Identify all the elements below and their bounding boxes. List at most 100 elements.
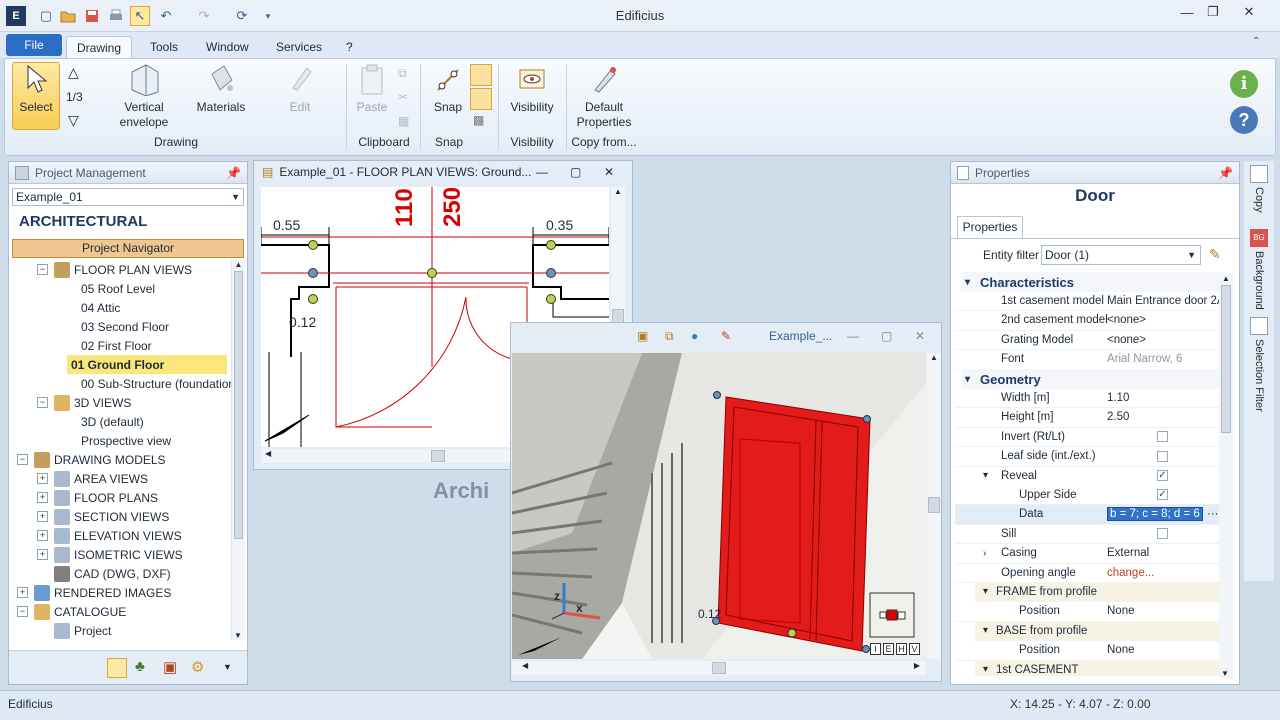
expand-icon[interactable]: +	[37, 473, 48, 484]
print-icon[interactable]	[106, 6, 126, 26]
tree-item[interactable]: + ELEVATION VIEWS	[9, 526, 182, 545]
undo-icon[interactable]: ↶	[156, 6, 176, 26]
property-row[interactable]: ▾ Reveal ✓	[955, 466, 1225, 486]
scroll-up-icon[interactable]: ▲	[232, 260, 245, 269]
format-painter-icon[interactable]: ▦	[398, 114, 409, 128]
property-checkbox[interactable]	[1157, 528, 1168, 540]
tree-item[interactable]: − 3D VIEWS	[9, 393, 131, 412]
tree-item[interactable]: 01 Ground Floor	[67, 355, 227, 374]
tree-item[interactable]: − DRAWING MODELS	[9, 450, 166, 469]
level-down-icon[interactable]: ▽	[68, 112, 79, 129]
tab-help[interactable]: ?	[336, 36, 363, 58]
tree-item[interactable]: − CATALOGUE	[9, 602, 126, 621]
new-file-icon[interactable]: ▢	[36, 6, 56, 26]
property-row[interactable]: › Casing External	[955, 544, 1225, 564]
render-sphere-icon[interactable]: ●	[691, 329, 698, 343]
project-select[interactable]: Example_01 ▼	[12, 188, 244, 206]
tree-item[interactable]: + FLOOR PLANS	[9, 488, 158, 507]
snap-button[interactable]: Snap	[428, 62, 468, 138]
property-value-input[interactable]: b = 7; c = 8; d = 6	[1107, 507, 1203, 522]
level-up-icon[interactable]: △	[68, 64, 79, 81]
view-button-e[interactable]: E	[883, 643, 894, 655]
property-row[interactable]: Height [m] 2.50	[955, 408, 1225, 428]
pin-icon[interactable]: 📌	[1218, 166, 1233, 180]
collapse-icon[interactable]: −	[37, 264, 48, 275]
tree-scrollbar[interactable]: ▲ ▼	[231, 260, 245, 640]
scroll-down-icon[interactable]: ▼	[1219, 669, 1231, 678]
property-checkbox[interactable]: ✓	[1157, 470, 1168, 481]
help-icon[interactable]: ?	[1230, 106, 1258, 134]
tree-item[interactable]: + ISOMETRIC VIEWS	[9, 545, 183, 564]
window-close-icon[interactable]: ✕	[915, 329, 925, 343]
tree-item[interactable]: 3D (default)	[9, 412, 144, 431]
scroll-thumb[interactable]	[928, 497, 940, 513]
scroll-right-icon[interactable]: ▶	[914, 661, 920, 670]
brush-icon[interactable]: ✎	[721, 329, 731, 343]
property-row[interactable]: 1st casement model Main Entrance door 2A	[955, 291, 1225, 312]
app-logo-icon[interactable]: E	[6, 6, 26, 26]
materials-button[interactable]: Materials	[190, 62, 252, 138]
tree-item[interactable]: + SECTION VIEWS	[9, 507, 169, 526]
scroll-down-icon[interactable]: ▼	[232, 631, 244, 640]
expand-icon[interactable]: +	[37, 530, 48, 541]
property-category[interactable]: ▾ Characteristics	[961, 272, 1223, 292]
property-row[interactable]: Font Arial Narrow, 6	[955, 350, 1225, 370]
3d-canvas[interactable]: 0.12 z x I E H V	[512, 353, 926, 659]
edificius-view-icon[interactable]	[107, 658, 127, 678]
tab-properties[interactable]: Properties	[957, 216, 1023, 238]
collapse-icon[interactable]: −	[17, 606, 28, 617]
tree-item[interactable]: CAD (DWG, DXF)	[9, 564, 171, 583]
property-subgroup[interactable]: ▾ FRAME from profile	[975, 582, 1223, 603]
scroll-thumb[interactable]	[234, 271, 243, 539]
3d-toolbar-icon[interactable]: ▣	[637, 329, 648, 343]
props-scrollbar[interactable]: ▲ ▼	[1219, 274, 1233, 678]
3d-vscroll[interactable]: ▲	[927, 353, 941, 659]
tab-drawing[interactable]: Drawing	[66, 36, 133, 58]
entity-filter-select[interactable]: Door (1) ▼	[1041, 245, 1201, 265]
project-navigator-button[interactable]: Project Navigator	[12, 239, 244, 258]
property-row[interactable]: Grating Model <none>	[955, 330, 1225, 351]
3d-hscroll[interactable]: ◀ ▶	[512, 661, 926, 675]
chevron-right-icon[interactable]: ›	[983, 548, 986, 559]
edit-button[interactable]: Edit	[270, 62, 330, 138]
view-button-i[interactable]: I	[870, 643, 881, 655]
ellipsis-button[interactable]: ···	[1207, 508, 1219, 520]
tree-view-icon[interactable]: ♣	[135, 658, 145, 675]
tree-item[interactable]: 04 Attic	[9, 298, 120, 317]
cut-icon[interactable]: ✂	[398, 90, 408, 104]
close-button[interactable]: ✕	[1234, 2, 1264, 22]
vertical-envelope-button[interactable]: Vertical envelope	[112, 62, 176, 138]
toolbar-dropdown-icon[interactable]: ▼	[223, 662, 232, 672]
select-tool[interactable]: Select	[12, 62, 60, 138]
expand-icon[interactable]: +	[17, 587, 28, 598]
property-row[interactable]: 2nd casement model <none>	[955, 311, 1225, 331]
tab-tools[interactable]: Tools	[140, 36, 188, 58]
tree-item[interactable]: + RENDERED IMAGES	[9, 583, 171, 602]
tree-item[interactable]: 05 Roof Level	[9, 279, 155, 298]
tree-item[interactable]: + AREA VIEWS	[9, 469, 148, 488]
property-category[interactable]: ▾ Geometry	[961, 369, 1223, 389]
tab-services[interactable]: Services	[266, 36, 332, 58]
window-maximize-icon[interactable]: ▢	[570, 165, 581, 179]
expand-icon[interactable]: +	[37, 492, 48, 503]
collapse-ribbon-icon[interactable]: ⌃	[1252, 36, 1260, 47]
property-checkbox[interactable]: ✓	[1157, 489, 1168, 501]
property-row[interactable]: Position None	[955, 640, 1225, 661]
3d-copy-icon[interactable]: ⧉	[665, 329, 674, 344]
expand-icon[interactable]: +	[37, 549, 48, 560]
property-row[interactable]: Opening angle change...	[955, 563, 1225, 583]
visibility-button[interactable]: Visibility	[504, 62, 560, 138]
pin-icon[interactable]: 📌	[226, 166, 241, 180]
scroll-up-icon[interactable]: ▲	[927, 353, 941, 362]
refresh-icon[interactable]: ⟳	[232, 6, 252, 26]
property-row[interactable]: Width [m] 1.10	[955, 388, 1225, 409]
tree-item[interactable]: 00 Sub-Structure (foundations)	[9, 374, 231, 393]
filter-edit-icon[interactable]: ✎	[1209, 246, 1221, 263]
snap-midpoint-icon[interactable]	[470, 88, 492, 110]
scroll-thumb[interactable]	[712, 662, 726, 674]
window-maximize-icon[interactable]: ▢	[881, 329, 892, 343]
window-minimize-icon[interactable]: —	[847, 329, 859, 343]
customize-dropdown-icon[interactable]: ▾	[258, 6, 278, 26]
scroll-thumb[interactable]	[431, 450, 445, 462]
redo-icon[interactable]: ↷	[194, 6, 214, 26]
